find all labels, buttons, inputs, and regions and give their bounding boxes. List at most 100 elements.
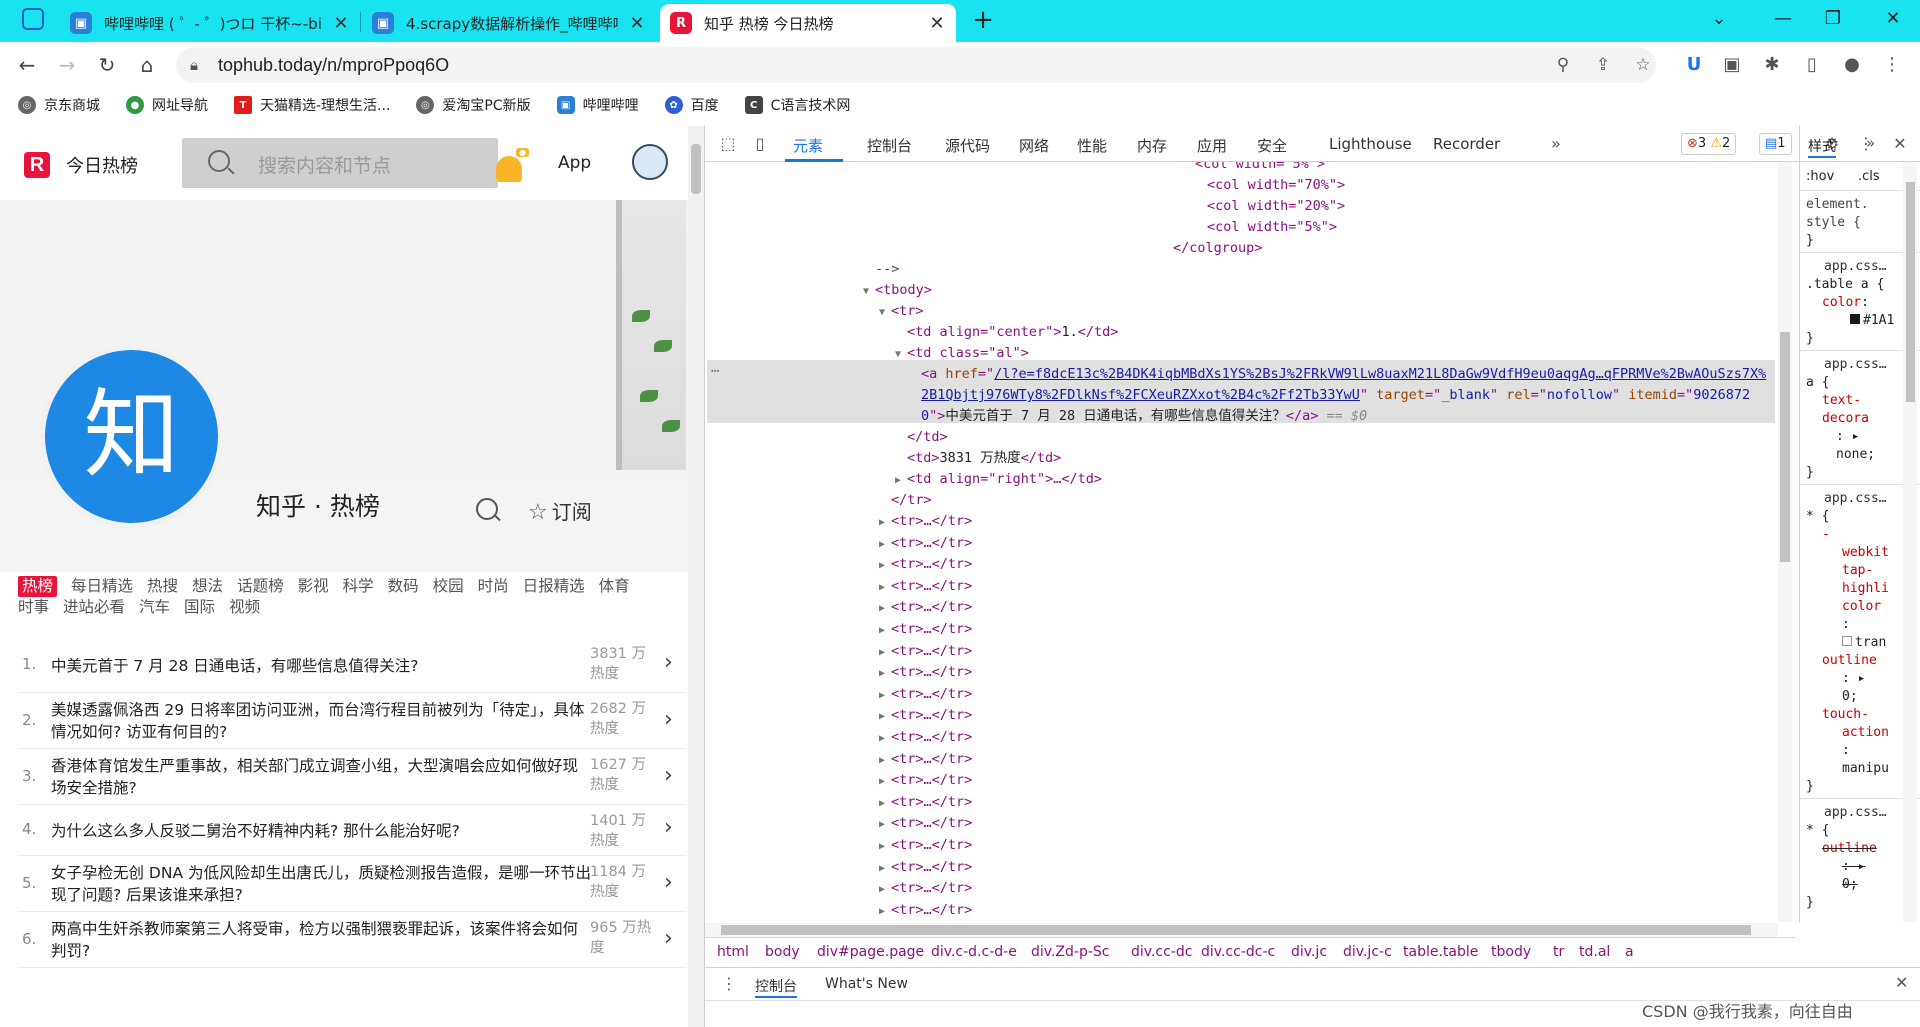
close-window-button[interactable]: ✕: [1866, 0, 1920, 36]
chevron-right-icon[interactable]: ›: [664, 763, 673, 788]
category-tab[interactable]: 话题榜: [237, 576, 284, 597]
breadcrumb-item[interactable]: div.c-d.c-d-e: [931, 944, 1017, 960]
dom-line-tr[interactable]: ▼ <tr>: [879, 301, 924, 322]
breadcrumb-item[interactable]: div.Zd-p-Sc: [1031, 944, 1109, 960]
chevron-right-icon[interactable]: ›: [664, 815, 673, 840]
category-tab[interactable]: 数码: [388, 576, 419, 597]
category-tab[interactable]: 视频: [229, 597, 260, 618]
dom-line-tr-collapsed[interactable]: ▶<tr>…</tr>: [879, 554, 972, 575]
profile-icon[interactable]: ●: [1838, 51, 1866, 79]
browser-menu-icon[interactable]: ⋮: [1878, 51, 1906, 79]
dom-line-anchor-text[interactable]: 0">中美元首于 7 月 28 日通电话，有哪些信息值得关注？</a> == $…: [921, 406, 1367, 427]
tab-list-dropdown[interactable]: ⌄: [1692, 0, 1746, 36]
forward-button[interactable]: →: [54, 52, 80, 78]
style-filter-hov[interactable]: :hov: [1806, 168, 1834, 186]
style-rule-selector[interactable]: .table a {: [1806, 276, 1884, 294]
devtools-tab[interactable]: Lighthouse: [1329, 135, 1412, 153]
bookmark-bilibili[interactable]: ▣ 哔哩哔哩: [556, 95, 639, 115]
breadcrumb-item[interactable]: body: [765, 944, 800, 960]
style-property[interactable]: color: [1842, 598, 1881, 616]
breadcrumb-item[interactable]: tr: [1553, 944, 1564, 960]
bookmark-jd[interactable]: ◎ 京东商城: [18, 95, 100, 115]
breadcrumb-item[interactable]: div.cc-dc: [1131, 944, 1192, 960]
style-rule-selector[interactable]: * {: [1806, 508, 1829, 526]
devtools-tab[interactable]: 控制台: [867, 135, 912, 156]
style-value[interactable]: manipu: [1842, 760, 1889, 778]
dom-line-td-heat[interactable]: <td>3831 万热度</td>: [907, 448, 1061, 469]
category-tab[interactable]: 科学: [343, 576, 374, 597]
scrollbar-thumb[interactable]: [721, 925, 1751, 935]
dom-line[interactable]: -->: [875, 259, 899, 280]
dom-line[interactable]: </td>: [907, 427, 948, 448]
scrollbar-thumb[interactable]: [691, 144, 701, 194]
board-search-icon[interactable]: [476, 498, 498, 520]
styles-scrollbar[interactable]: [1903, 162, 1917, 922]
close-tab-icon[interactable]: ✕: [928, 13, 946, 34]
back-button[interactable]: ←: [14, 52, 40, 78]
chevron-right-icon[interactable]: ›: [664, 707, 673, 732]
devtools-tab[interactable]: 源代码: [945, 135, 990, 156]
style-property[interactable]: webkit: [1842, 544, 1889, 562]
hot-list-item[interactable]: 3. 香港体育馆发生严重事故，相关部门成立调查小组，大型演唱会应如何做好现场安全措…: [18, 749, 686, 805]
elements-vertical-scrollbar[interactable]: [1778, 162, 1792, 922]
dom-line-tr-collapsed[interactable]: ▶<tr>…</tr>: [879, 533, 972, 554]
category-tab[interactable]: 体育: [599, 576, 630, 597]
restore-button[interactable]: ❐: [1806, 0, 1860, 36]
dom-line[interactable]: </colgroup>: [1173, 238, 1262, 259]
home-button[interactable]: ⌂: [134, 52, 160, 78]
reload-button[interactable]: ↻: [94, 52, 120, 78]
question-link[interactable]: 两高中生奸杀教师案第三人将受审，检方以强制猥亵罪起诉，该案件将会如何判罚?: [51, 918, 591, 962]
more-tabs-icon[interactable]: »: [1545, 133, 1567, 155]
style-property[interactable]: -: [1822, 526, 1830, 544]
style-value[interactable]: tran: [1842, 634, 1886, 652]
chevron-right-icon[interactable]: ›: [664, 926, 673, 951]
minimize-button[interactable]: —: [1756, 0, 1810, 36]
dom-line-tr-collapsed[interactable]: ▶<tr>…</tr>: [879, 576, 972, 597]
bookmark-tmall[interactable]: T 天猫精选-理想生活...: [234, 95, 390, 115]
app-link[interactable]: App: [558, 153, 591, 173]
category-tab[interactable]: 国际: [184, 597, 215, 618]
style-property[interactable]: highli: [1842, 580, 1889, 598]
category-tab[interactable]: 日报精选: [523, 576, 585, 597]
category-tab[interactable]: 影视: [298, 576, 329, 597]
devtools-tab[interactable]: 性能: [1077, 135, 1107, 156]
close-tab-icon[interactable]: ✕: [628, 13, 646, 34]
scrollbar-thumb[interactable]: [1906, 182, 1915, 402]
mascot-icon[interactable]: ●: [496, 148, 529, 182]
style-source-link[interactable]: app.css…: [1824, 804, 1887, 822]
dom-line-tr-collapsed[interactable]: ▶<tr>…</tr>: [879, 705, 972, 726]
style-value[interactable]: : ▸: [1842, 670, 1865, 688]
category-tab[interactable]: 时尚: [478, 576, 509, 597]
breadcrumb-item[interactable]: a: [1625, 944, 1634, 960]
dom-line-tr-collapsed[interactable]: ▶<tr>…</tr>: [879, 792, 972, 813]
style-rule-selector[interactable]: a {: [1806, 374, 1829, 392]
dom-line-tr-collapsed[interactable]: ▶<tr>…</tr>: [879, 662, 972, 683]
dom-line-tr-collapsed[interactable]: ▶<tr>…</tr>: [879, 641, 972, 662]
lock-icon[interactable]: 🔒︎: [190, 56, 198, 74]
messages-counter[interactable]: ▤1: [1759, 133, 1792, 155]
new-tab-button[interactable]: +: [968, 5, 998, 35]
node-options-icon[interactable]: ⋯: [711, 361, 719, 382]
drawer-menu-icon[interactable]: ⋮: [721, 974, 737, 993]
question-link[interactable]: 中美元首于 7 月 28 日通电话，有哪些信息值得关注?: [51, 655, 591, 677]
tab-styles[interactable]: 样式: [1808, 136, 1836, 158]
style-rule-selector[interactable]: style {: [1806, 214, 1861, 232]
address-bar[interactable]: 🔒︎ tophub.today/n/mproPpoq6O ⚲ ⇪ ☆: [176, 47, 1656, 83]
bookmark-nav[interactable]: ● 网址导航: [126, 95, 208, 115]
hot-list-item[interactable]: 5. 女子孕检无创 DNA 为低风险却生出唐氏儿，质疑检测报告造假，是哪一环节出现…: [18, 856, 686, 912]
zoom-icon[interactable]: ⚲: [1552, 55, 1574, 75]
style-property-overridden[interactable]: outline: [1822, 840, 1877, 858]
style-value[interactable]: : ▸: [1836, 428, 1859, 446]
dom-line-tr-collapsed[interactable]: ▶<tr>…</tr>: [879, 770, 972, 791]
breadcrumb-item[interactable]: tbody: [1491, 944, 1531, 960]
style-value[interactable]: 0;: [1842, 688, 1858, 706]
dom-line[interactable]: <col width="70%">: [1207, 175, 1345, 196]
style-value[interactable]: #1A1: [1850, 312, 1894, 330]
style-property[interactable]: outline: [1822, 652, 1877, 670]
subscribe-button[interactable]: ☆ 订阅: [528, 496, 592, 525]
elements-horizontal-scrollbar[interactable]: [705, 923, 1778, 937]
question-link[interactable]: 女子孕检无创 DNA 为低风险却生出唐氏儿，质疑检测报告造假，是哪一环节出现了问…: [51, 862, 591, 906]
extension-u-icon[interactable]: U: [1680, 51, 1708, 79]
style-filter-cls[interactable]: .cls: [1858, 168, 1880, 186]
breadcrumb-item[interactable]: div.cc-dc-c: [1201, 944, 1275, 960]
